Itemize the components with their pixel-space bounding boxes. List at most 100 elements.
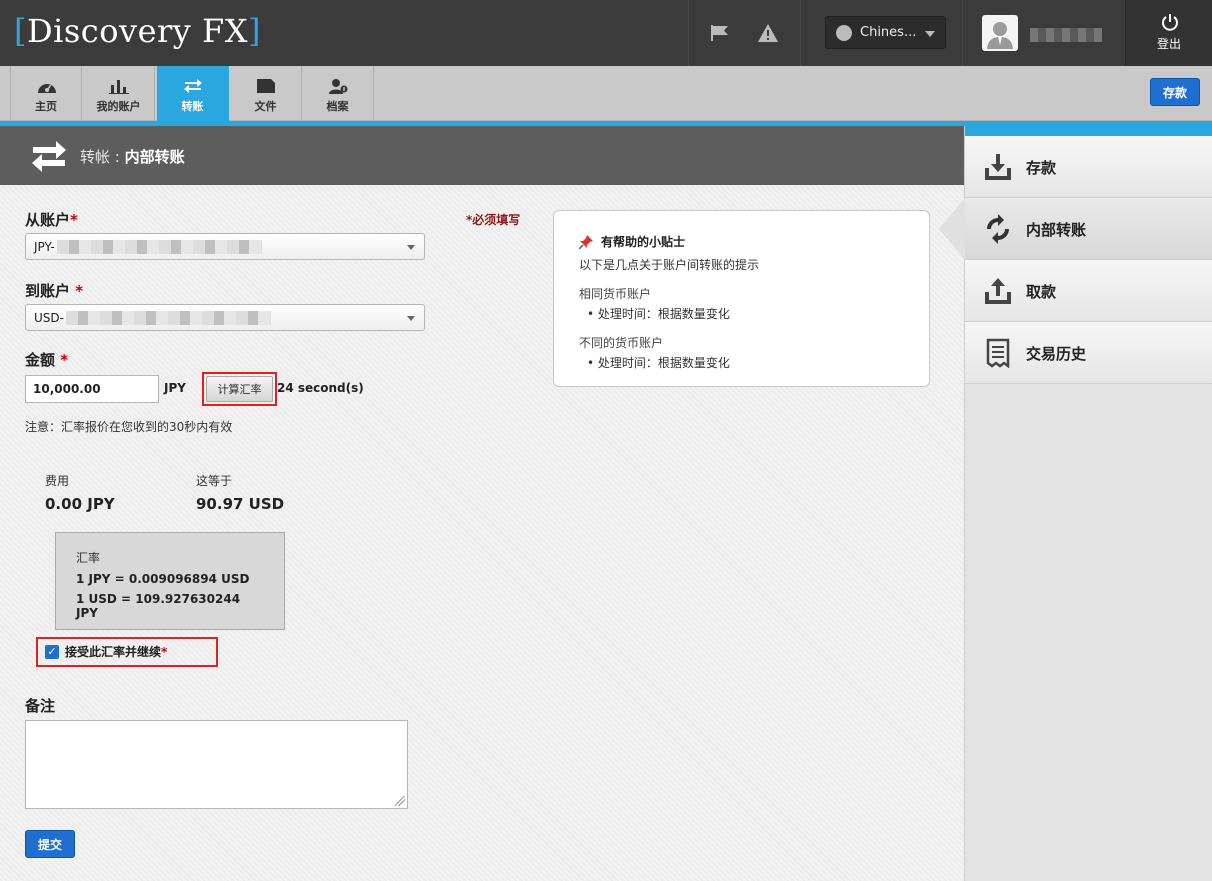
transfer-form: 从账户* JPY- *必须填写 到账户 * USD- 金额 * 10,000.0… xyxy=(0,185,964,881)
internal-transfer-icon xyxy=(987,214,1009,244)
notes-textarea[interactable] xyxy=(25,720,408,809)
tips-same-currency-title: 相同货币账户 xyxy=(579,287,652,301)
page-title-main: 内部转账 xyxy=(124,148,185,166)
profile-icon xyxy=(329,79,348,94)
accept-rate-checkbox[interactable]: ✓ 接受此汇率并继续 * xyxy=(45,643,167,660)
pushpin-icon xyxy=(579,234,593,249)
flag-icon[interactable] xyxy=(708,22,732,44)
sidebar-item-withdraw[interactable]: 取款 xyxy=(965,260,1212,322)
sidebar-item-label: 交易历史 xyxy=(1026,345,1087,363)
page-title-prefix: 转帐 : xyxy=(80,148,125,166)
tips-title-text: 有帮助的小贴士 xyxy=(601,235,686,249)
fee-value: 0.00 JPY xyxy=(45,495,115,513)
topbar-divider xyxy=(962,0,963,66)
from-account-value: JPY- xyxy=(34,239,55,254)
sidebar-item-internal-transfer[interactable]: 内部转账 xyxy=(939,198,1212,260)
accept-rate-label: 接受此汇率并继续 xyxy=(65,645,162,659)
equals-value: 90.97 USD xyxy=(196,495,285,513)
nav-item-profile[interactable]: 档案 xyxy=(302,66,374,121)
submit-button[interactable]: 提交 xyxy=(25,830,75,858)
nav-item-label: 文件 xyxy=(254,100,277,113)
folder-icon xyxy=(257,79,275,93)
rate-title: 汇率 xyxy=(76,551,101,565)
checkbox-checked-icon[interactable]: ✓ xyxy=(45,644,59,659)
logo-text: Discovery FX xyxy=(26,12,249,50)
resize-grip-icon[interactable] xyxy=(395,796,405,806)
deposit-icon xyxy=(985,154,1011,180)
rate-notice: 注意：汇率报价在您收到的30秒内有效 xyxy=(25,420,233,434)
amount-label-text: 金额 xyxy=(25,351,61,369)
from-account-select[interactable]: JPY- xyxy=(25,233,425,260)
sidebar-accent-strip xyxy=(965,126,1212,136)
required-asterisk: * xyxy=(60,351,69,369)
to-account-select[interactable]: USD- xyxy=(25,304,425,331)
from-account-label: 从账户* xyxy=(25,209,78,230)
tips-diff-currency-item: 处理时间：根据数量变化 xyxy=(579,354,904,371)
transfer-icon xyxy=(32,141,66,172)
required-asterisk: * xyxy=(75,282,84,300)
topbar-divider xyxy=(800,0,801,66)
amount-label: 金额 * xyxy=(25,349,68,370)
bar-chart-icon xyxy=(109,80,129,94)
nav-item-my-accounts[interactable]: 我的账户 xyxy=(83,66,155,121)
page-title: 转帐 : 内部转账 xyxy=(80,146,185,167)
withdraw-icon xyxy=(985,278,1011,304)
fee-label: 费用 xyxy=(45,474,70,488)
sidebar-item-label: 内部转账 xyxy=(1026,221,1087,239)
language-value: Chines... xyxy=(860,25,917,40)
to-account-label-text: 到账户 xyxy=(25,282,76,300)
user-avatar-icon[interactable] xyxy=(982,15,1018,51)
chevron-down-icon xyxy=(925,31,935,37)
sidebar-item-label: 存款 xyxy=(1026,159,1057,177)
transfer-icon xyxy=(184,79,202,93)
nav-item-home[interactable]: 主页 xyxy=(10,66,82,121)
rate-jpy-usd: 1 JPY = 0.009096894 USD xyxy=(76,572,250,586)
right-sidebar: 存款 内部转账 取款 交易历史 xyxy=(939,126,1212,881)
redacted-account-number xyxy=(65,310,271,325)
chevron-down-icon xyxy=(407,316,415,321)
rate-usd-jpy: 1 USD = 109.927630244 JPY xyxy=(76,592,241,620)
sidebar-item-label: 取款 xyxy=(1026,283,1057,301)
logo-bracket-close: ] xyxy=(248,12,262,50)
main-nav: 主页 我的账户 转账 文件 档案 存款 xyxy=(0,66,1212,129)
dashboard-icon xyxy=(38,84,56,93)
required-note: *必须填写 xyxy=(466,213,521,227)
highlight-box xyxy=(202,372,277,406)
exchange-rate-box: 汇率 1 JPY = 0.009096894 USD 1 USD = 109.9… xyxy=(55,532,285,630)
nav-item-label: 主页 xyxy=(35,100,57,113)
logout-label: 登出 xyxy=(1156,37,1181,51)
nav-item-transfer[interactable]: 转账 xyxy=(157,66,229,129)
top-bar: [Discovery FX] Chines... 登出 xyxy=(0,0,1212,66)
amount-currency: JPY xyxy=(164,381,186,395)
logo-bracket-open: [ xyxy=(14,12,27,50)
globe-icon xyxy=(836,24,852,41)
tips-title: 有帮助的小贴士 xyxy=(579,233,904,250)
tips-diff-currency-title: 不同的货币账户 xyxy=(579,336,664,350)
nav-item-label: 转账 xyxy=(181,100,204,113)
chevron-down-icon xyxy=(407,245,415,250)
power-icon xyxy=(1162,14,1178,31)
nav-item-label: 我的账户 xyxy=(96,100,141,113)
notes-label: 备注 xyxy=(25,697,56,715)
to-account-value: USD- xyxy=(34,310,64,325)
sidebar-item-deposit[interactable]: 存款 xyxy=(965,136,1212,198)
from-account-label-text: 从账户 xyxy=(25,211,71,229)
page-header: 转帐 : 内部转账 xyxy=(0,126,964,185)
amount-input[interactable]: 10,000.00 xyxy=(25,375,159,403)
rate-countdown: 24 second(s) xyxy=(277,381,364,395)
nav-item-files[interactable]: 文件 xyxy=(230,66,302,121)
redacted-account-number xyxy=(56,239,262,254)
warning-icon[interactable] xyxy=(756,22,780,44)
nav-item-label: 档案 xyxy=(326,100,349,113)
helpful-tips-card: 有帮助的小贴士 以下是几点关于账户间转账的提示 相同货币账户 处理时间：根据数量… xyxy=(553,210,930,387)
username-redacted[interactable] xyxy=(1030,28,1102,42)
topbar-divider xyxy=(688,0,689,66)
language-select[interactable]: Chines... xyxy=(825,16,946,49)
receipt-icon xyxy=(986,338,1010,368)
sidebar-item-transaction-history[interactable]: 交易历史 xyxy=(965,322,1212,384)
required-asterisk: * xyxy=(70,211,78,229)
logout-button[interactable]: 登出 xyxy=(1125,0,1212,66)
brand-logo[interactable]: [Discovery FX] xyxy=(14,12,261,50)
to-account-label: 到账户 * xyxy=(25,280,83,301)
deposit-button[interactable]: 存款 xyxy=(1150,78,1200,106)
